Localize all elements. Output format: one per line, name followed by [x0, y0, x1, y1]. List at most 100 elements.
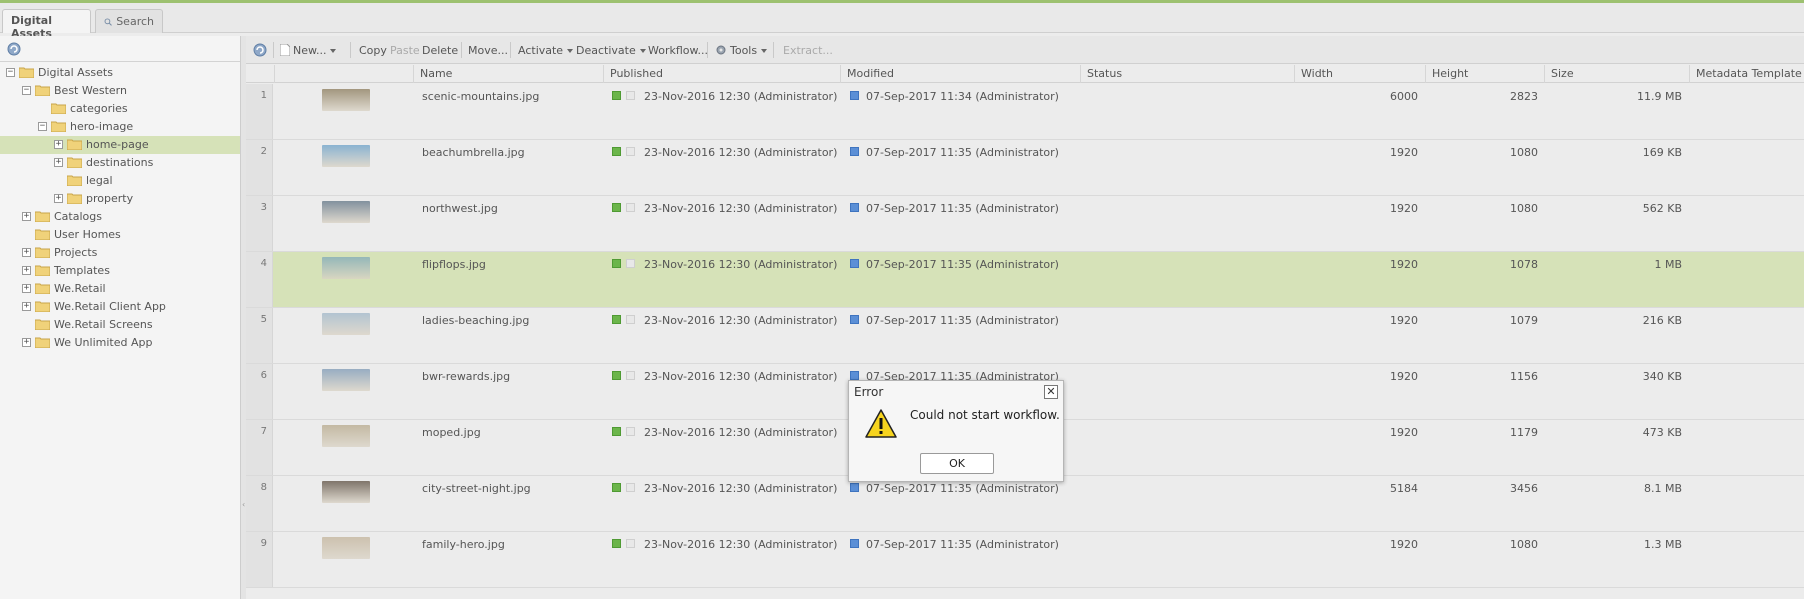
tree-item-we-retail-client-app[interactable]: + We.Retail Client App — [0, 298, 240, 316]
modified-date: 07-Sep-2017 11:35 (Administrator) — [866, 202, 1059, 215]
tree-item-categories[interactable]: categories — [0, 100, 240, 118]
asset-thumbnail[interactable] — [322, 537, 370, 559]
tree-item-we-retail-screens[interactable]: We.Retail Screens — [0, 316, 240, 334]
expand-icon[interactable]: + — [22, 212, 31, 221]
asset-thumbnail[interactable] — [322, 369, 370, 391]
tools-button[interactable]: Tools — [715, 44, 768, 57]
refresh-icon[interactable] — [252, 42, 268, 58]
folder-icon — [67, 193, 82, 204]
extract-button[interactable]: Extract... — [783, 44, 833, 57]
table-row[interactable]: 9 family-hero.jpg 23-Nov-2016 12:30 (Adm… — [246, 532, 1804, 588]
asset-width: 1920 — [1390, 258, 1418, 271]
tree-item-catalogs[interactable]: + Catalogs — [0, 208, 240, 226]
asset-size: 1.3 MB — [1643, 538, 1682, 551]
tree-item-user-homes[interactable]: User Homes — [0, 226, 240, 244]
col-status-header[interactable]: Status — [1080, 65, 1294, 83]
tree-item-templates[interactable]: + Templates — [0, 262, 240, 280]
expand-icon[interactable]: + — [22, 338, 31, 347]
modified-date: 07-Sep-2017 11:35 (Administrator) — [866, 146, 1059, 159]
expand-icon[interactable]: + — [54, 140, 63, 149]
tree-item-digital-assets[interactable]: − Digital Assets — [0, 64, 240, 82]
asset-name[interactable]: scenic-mountains.jpg — [422, 90, 539, 103]
replication-icon — [626, 147, 635, 156]
deactivate-button[interactable]: Deactivate — [576, 44, 646, 57]
collapse-icon[interactable]: − — [6, 68, 15, 77]
asset-name[interactable]: northwest.jpg — [422, 202, 498, 215]
col-rownum — [246, 65, 274, 83]
col-width-header[interactable]: Width — [1294, 65, 1425, 83]
asset-name[interactable]: bwr-rewards.jpg — [422, 370, 510, 383]
gear-icon — [716, 45, 726, 55]
folder-open-icon — [19, 67, 34, 78]
asset-name[interactable]: city-street-night.jpg — [422, 482, 531, 495]
tab-digital-assets[interactable]: Digital Assets — [2, 9, 91, 40]
workflow-button[interactable]: Workflow... — [648, 44, 708, 57]
asset-width: 1920 — [1390, 202, 1418, 215]
expand-icon[interactable]: + — [54, 194, 63, 203]
tree-item-destinations[interactable]: + destinations — [0, 154, 240, 172]
published-date: 23-Nov-2016 12:30 (Administrator) — [644, 370, 838, 383]
col-thumbnail — [274, 65, 413, 83]
tree-item-property[interactable]: + property — [0, 190, 240, 208]
tree-item-we-retail[interactable]: + We.Retail — [0, 280, 240, 298]
expand-icon[interactable]: + — [22, 302, 31, 311]
col-published-header[interactable]: Published — [603, 65, 840, 83]
tree-item-hero-image[interactable]: − hero-image — [0, 118, 240, 136]
tree-item-projects[interactable]: + Projects — [0, 244, 240, 262]
expand-icon[interactable]: + — [22, 284, 31, 293]
asset-thumbnail[interactable] — [322, 145, 370, 167]
table-row[interactable]: 8 city-street-night.jpg 23-Nov-2016 12:3… — [246, 476, 1804, 532]
table-row[interactable]: 5 ladies-beaching.jpg 23-Nov-2016 12:30 … — [246, 308, 1804, 364]
table-row[interactable]: 4 flipflops.jpg 23-Nov-2016 12:30 (Admin… — [246, 252, 1804, 308]
copy-button[interactable]: Copy — [359, 44, 387, 57]
col-modified-header[interactable]: Modified — [840, 65, 1080, 83]
asset-thumbnail[interactable] — [322, 201, 370, 223]
published-date: 23-Nov-2016 12:30 (Administrator) — [644, 426, 838, 439]
asset-name[interactable]: moped.jpg — [422, 426, 481, 439]
table-row[interactable]: 1 scenic-mountains.jpg 23-Nov-2016 12:30… — [246, 84, 1804, 140]
tree-item-legal[interactable]: legal — [0, 172, 240, 190]
asset-name[interactable]: beachumbrella.jpg — [422, 146, 525, 159]
move-button[interactable]: Move... — [468, 44, 508, 57]
collapse-icon[interactable]: − — [38, 122, 47, 131]
delete-button[interactable]: Delete — [422, 44, 458, 57]
close-icon[interactable]: ✕ — [1044, 385, 1058, 399]
paste-button[interactable]: Paste — [390, 44, 420, 57]
tree-item-we-unlimited-app[interactable]: + We Unlimited App — [0, 334, 240, 352]
asset-thumbnail[interactable] — [322, 313, 370, 335]
table-row[interactable]: 3 northwest.jpg 23-Nov-2016 12:30 (Admin… — [246, 196, 1804, 252]
expand-icon[interactable]: + — [22, 248, 31, 257]
collapse-arrow-icon[interactable]: ‹ — [242, 500, 245, 509]
tree-item-label: We.Retail Screens — [54, 318, 153, 331]
tree-item-best-western[interactable]: − Best Western — [0, 82, 240, 100]
col-height-header[interactable]: Height — [1425, 65, 1544, 83]
asset-height: 2823 — [1510, 90, 1538, 103]
table-row[interactable]: 2 beachumbrella.jpg 23-Nov-2016 12:30 (A… — [246, 140, 1804, 196]
expand-icon[interactable]: + — [22, 266, 31, 275]
folder-icon — [35, 229, 50, 240]
published-status-icon — [612, 91, 621, 100]
expand-icon[interactable]: + — [54, 158, 63, 167]
asset-name[interactable]: flipflops.jpg — [422, 258, 486, 271]
collapse-icon[interactable]: − — [22, 86, 31, 95]
asset-thumbnail[interactable] — [322, 257, 370, 279]
new-button[interactable]: New... — [279, 43, 337, 57]
activate-button[interactable]: Activate — [518, 44, 574, 57]
asset-name[interactable]: family-hero.jpg — [422, 538, 505, 551]
col-metadata-header[interactable]: Metadata Template Ins — [1689, 65, 1804, 83]
row-number: 1 — [246, 84, 273, 139]
tree-item-home-page[interactable]: + home-page — [0, 136, 240, 154]
asset-thumbnail[interactable] — [322, 89, 370, 111]
tools-label: Tools — [730, 44, 758, 57]
col-size-header[interactable]: Size — [1544, 65, 1689, 83]
asset-thumbnail[interactable] — [322, 481, 370, 503]
replication-icon — [626, 259, 635, 268]
modified-status-icon — [850, 91, 859, 100]
tab-search[interactable]: Search — [95, 9, 163, 33]
col-name-header[interactable]: Name — [413, 65, 603, 83]
row-number: 7 — [246, 420, 273, 475]
asset-name[interactable]: ladies-beaching.jpg — [422, 314, 529, 327]
ok-button[interactable]: OK — [920, 453, 994, 474]
asset-thumbnail[interactable] — [322, 425, 370, 447]
refresh-icon[interactable] — [6, 41, 22, 57]
